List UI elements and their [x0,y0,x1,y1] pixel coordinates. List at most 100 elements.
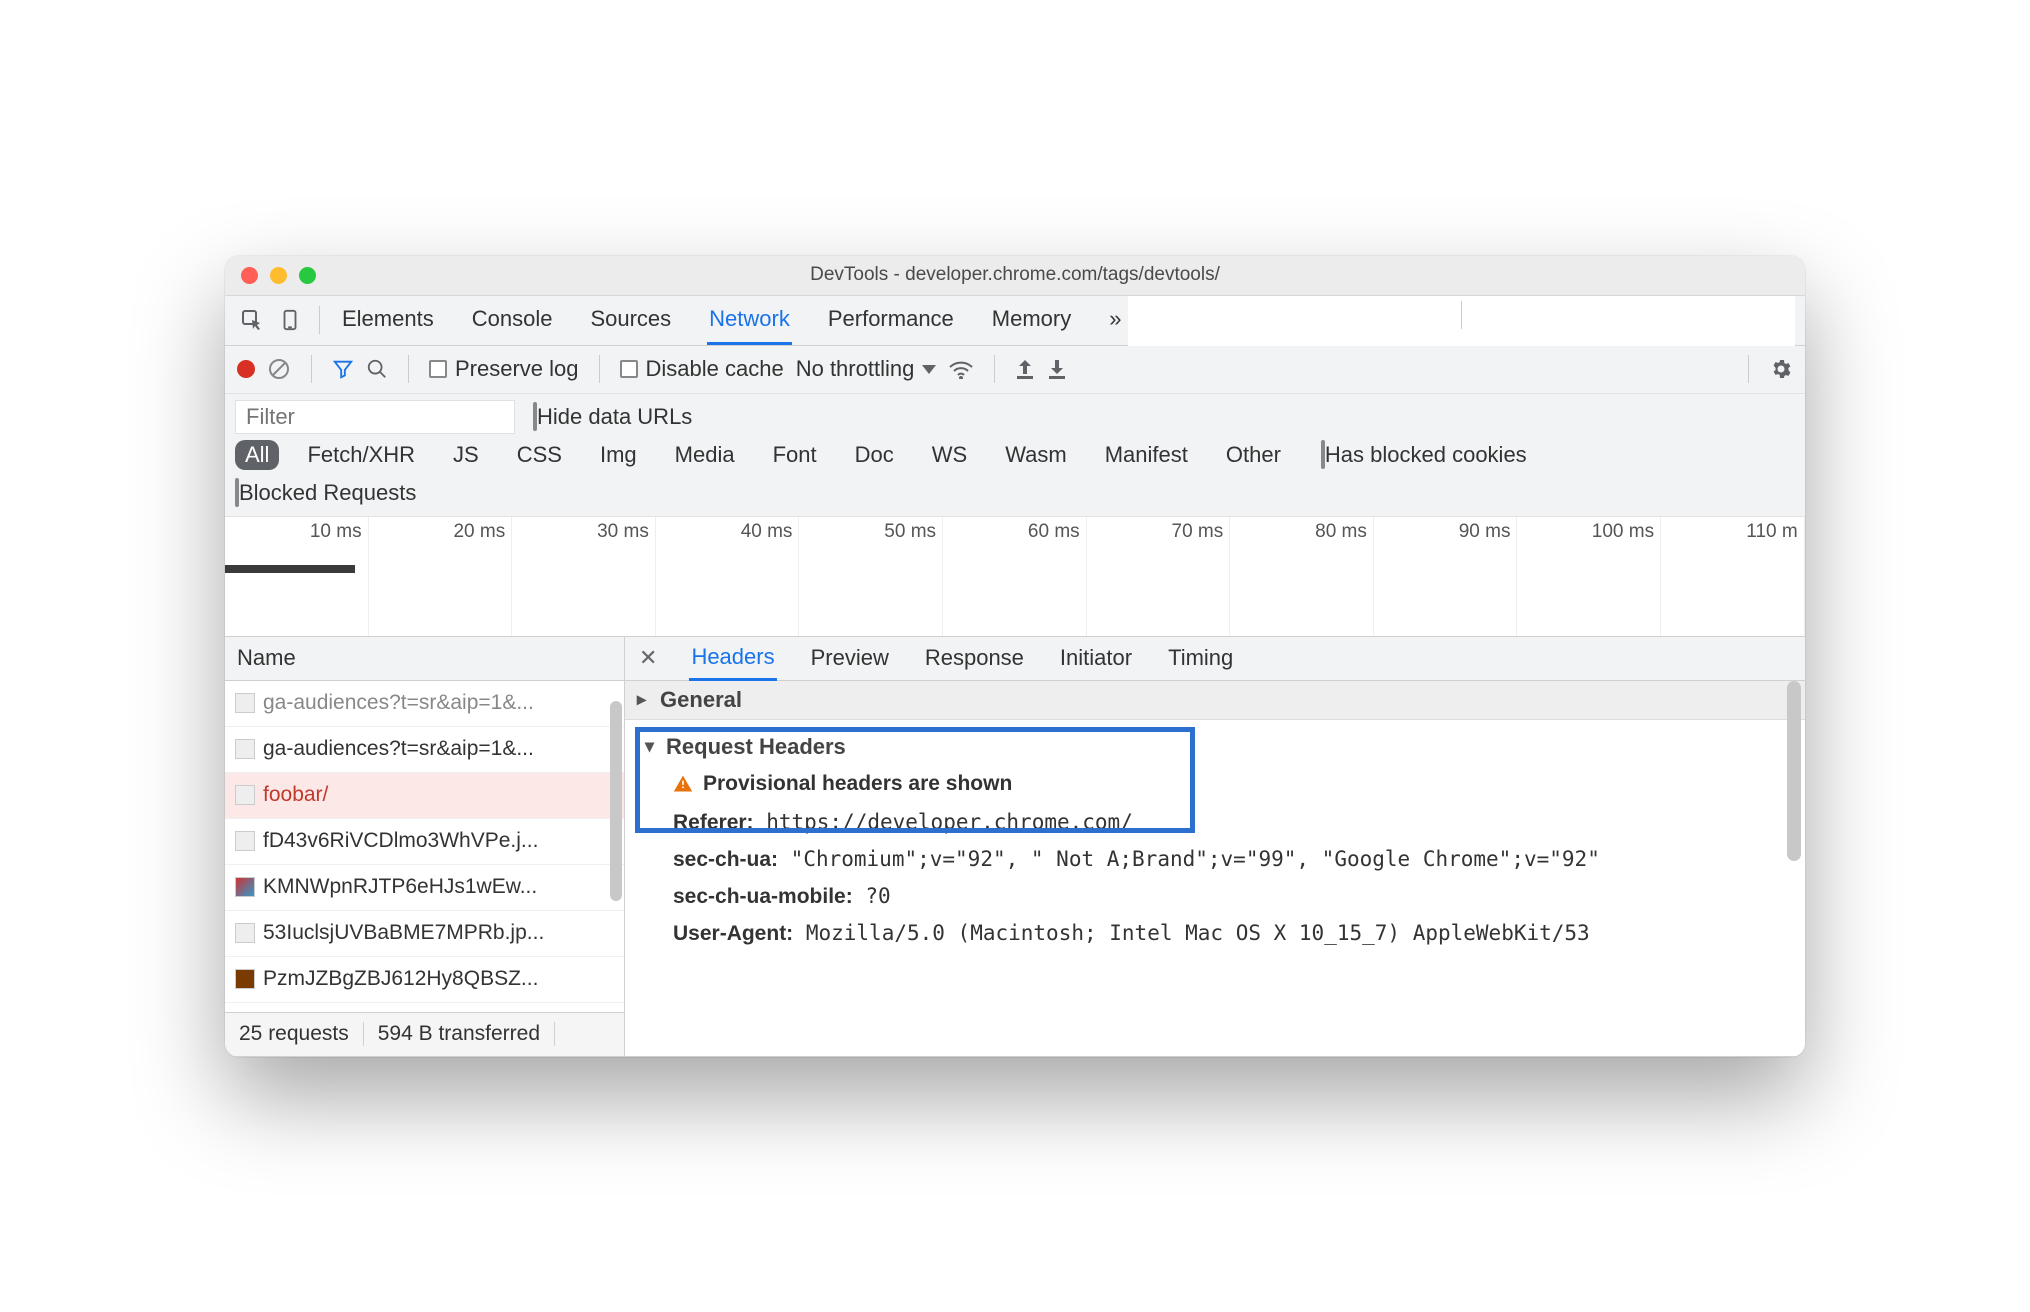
request-name: KMNWpnRJTP6eHJs1wEw... [263,875,537,899]
close-detail-icon[interactable]: ✕ [639,645,657,671]
tick-label: 70 ms [1172,521,1224,543]
blocked-requests-checkbox[interactable]: Blocked Requests [235,480,416,506]
scrollbar[interactable] [1787,681,1801,861]
window-controls [241,267,316,284]
tab-console[interactable]: Console [470,296,555,345]
header-row: sec-ch-ua: "Chromium";v="92", " Not A;Br… [625,841,1805,878]
filter-type-ws[interactable]: WS [922,440,977,470]
tick-label: 90 ms [1459,521,1511,543]
checkbox-icon [429,360,447,378]
upload-har-icon[interactable] [1015,358,1035,380]
request-name: foobar/ [263,783,328,807]
overview-timeline[interactable]: 10 ms 20 ms 30 ms 40 ms 50 ms 60 ms 70 m… [225,517,1805,637]
request-row[interactable]: KMNWpnRJTP6eHJs1wEw... [225,865,624,911]
request-row[interactable]: ga-audiences?t=sr&aip=1&... [225,727,624,773]
network-conditions-icon[interactable] [948,359,974,379]
close-window-button[interactable] [241,267,258,284]
separator [319,306,320,334]
checkbox-icon [620,360,638,378]
throttling-value: No throttling [796,356,915,382]
scrollbar[interactable] [610,701,622,901]
clear-icon[interactable] [267,357,291,381]
hide-data-urls-checkbox[interactable]: Hide data URLs [533,404,692,430]
request-name: 53IuclsjUVBaBME7MPRb.jp... [263,921,544,945]
file-thumb-icon [235,739,255,759]
separator [994,355,995,383]
inspect-element-icon[interactable] [235,303,269,337]
tab-sources[interactable]: Sources [588,296,673,345]
filter-funnel-icon[interactable] [332,358,354,380]
header-row: User-Agent: Mozilla/5.0 (Macintosh; Inte… [625,915,1805,952]
filter-type-fetchxhr[interactable]: Fetch/XHR [297,440,425,470]
filter-type-media[interactable]: Media [665,440,745,470]
separator [408,355,409,383]
download-har-icon[interactable] [1047,358,1067,380]
request-row[interactable]: nBjAqf1PuX7O2nvJbJck.jp... [225,1003,624,1012]
tick-label: 40 ms [741,521,793,543]
request-name: ga-audiences?t=sr&aip=1&... [263,691,534,715]
minimize-window-button[interactable] [270,267,287,284]
filter-type-img[interactable]: Img [590,440,647,470]
request-list[interactable]: ga-audiences?t=sr&aip=1&... ga-audiences… [225,681,624,1012]
filter-type-css[interactable]: CSS [507,440,572,470]
detail-tab-response[interactable]: Response [923,637,1026,679]
network-settings-gear-icon[interactable] [1769,357,1793,381]
has-blocked-cookies-checkbox[interactable]: Has blocked cookies [1321,442,1527,468]
filter-type-doc[interactable]: Doc [845,440,904,470]
tab-memory[interactable]: Memory [990,296,1073,345]
filter-type-font[interactable]: Font [763,440,827,470]
request-row[interactable]: ga-audiences?t=sr&aip=1&... [225,681,624,727]
file-thumb-icon [235,693,255,713]
tab-performance[interactable]: Performance [826,296,956,345]
file-thumb-icon [235,831,255,851]
tab-network[interactable]: Network [707,296,792,345]
disable-cache-checkbox[interactable]: Disable cache [620,356,784,382]
file-thumb-icon [235,969,255,989]
separator [311,355,312,383]
tick-label: 80 ms [1315,521,1367,543]
transferred-size: 594 B transferred [364,1022,555,1046]
header-row: sec-ch-ua-mobile: ?0 [625,878,1805,915]
request-row[interactable]: PzmJZBgZBJ612Hy8QBSZ... [225,957,624,1003]
header-row: Referer: https://developer.chrome.com/ [625,804,1805,841]
request-row[interactable]: fD43v6RiVCDlmo3WhVPe.j... [225,819,624,865]
dropdown-caret-icon [922,365,936,374]
detail-tab-headers[interactable]: Headers [689,636,776,681]
filter-type-wasm[interactable]: Wasm [995,440,1077,470]
filter-type-manifest[interactable]: Manifest [1095,440,1198,470]
window-title: DevTools - developer.chrome.com/tags/dev… [225,264,1805,286]
titlebar: DevTools - developer.chrome.com/tags/dev… [225,256,1805,296]
request-name: PzmJZBgZBJ612Hy8QBSZ... [263,967,538,991]
tick-label: 10 ms [310,521,362,543]
zoom-window-button[interactable] [299,267,316,284]
request-row-selected[interactable]: foobar/ [225,773,624,819]
device-toolbar-icon[interactable] [273,303,307,337]
tab-elements[interactable]: Elements [340,296,436,345]
filter-type-js[interactable]: JS [443,440,489,470]
detail-tab-preview[interactable]: Preview [809,637,891,679]
general-section-label: General [660,687,742,713]
devtools-window: DevTools - developer.chrome.com/tags/dev… [225,256,1805,1057]
preserve-log-checkbox[interactable]: Preserve log [429,356,579,382]
tick-label: 50 ms [884,521,936,543]
more-tabs-button[interactable]: » [1107,296,1123,345]
file-thumb-icon [235,877,255,897]
request-row[interactable]: 53IuclsjUVBaBME7MPRb.jp... [225,911,624,957]
throttling-select[interactable]: No throttling [796,356,937,382]
separator [1748,355,1749,383]
request-list-header[interactable]: Name [225,637,624,681]
filter-type-other[interactable]: Other [1216,440,1291,470]
blocked-requests-label: Blocked Requests [239,480,416,505]
request-headers-toggle[interactable]: Request Headers [625,720,1805,766]
warning-icon [673,774,693,794]
search-icon[interactable] [366,358,388,380]
headers-body[interactable]: General Request Headers Provisional head… [625,681,1805,1056]
general-section-toggle[interactable]: General [625,681,1805,720]
record-button[interactable] [237,360,255,378]
file-thumb-icon [235,923,255,943]
detail-tab-timing[interactable]: Timing [1166,637,1235,679]
filter-input[interactable] [235,400,515,434]
filter-type-all[interactable]: All [235,440,279,470]
detail-tab-initiator[interactable]: Initiator [1058,637,1134,679]
separator [1461,301,1462,329]
